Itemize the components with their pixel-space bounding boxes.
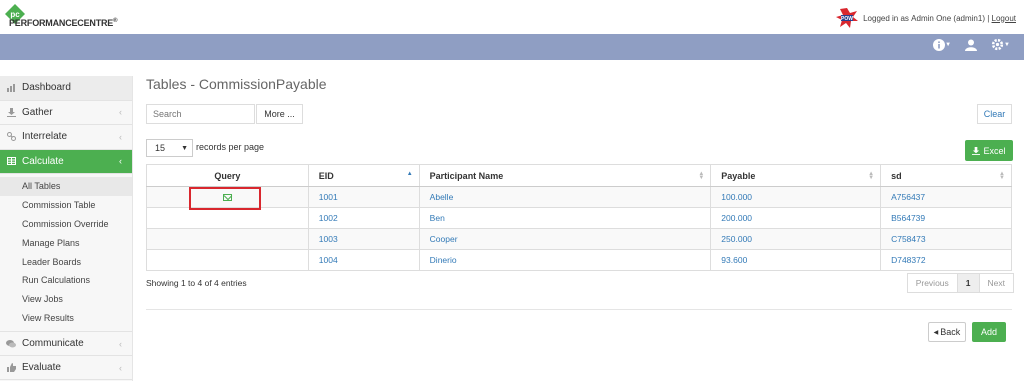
sidebar-item-calculate[interactable]: Calculate ‹ [0, 149, 132, 174]
sidebar-item-evaluate[interactable]: Evaluate ‹ [0, 356, 132, 381]
page-title: Tables - CommissionPayable [146, 76, 327, 92]
table-info: Showing 1 to 4 of 4 entries [146, 278, 247, 288]
sidebar-subitem-commission-override[interactable]: Commission Override [0, 215, 132, 234]
table-icon [6, 157, 16, 166]
query-cell[interactable] [146, 186, 309, 208]
column-header-payable[interactable]: Payable ▲ ▼ [710, 164, 882, 187]
gear-icon [991, 38, 1004, 51]
sidebar-subitem-leader-boards[interactable]: Leader Boards [0, 252, 132, 271]
chevron-down-icon: ▼ [1004, 41, 1010, 48]
column-header-sd[interactable]: sd ▲ ▼ [880, 164, 1012, 187]
sort-icon: ▲ ▼ [698, 171, 705, 181]
query-cell[interactable] [146, 207, 309, 229]
table-row: 1002 Ben 200.000 B564739 [146, 207, 1012, 229]
divider [146, 309, 1012, 310]
brand-logo[interactable]: pc PERFORMANCECENTRE® [3, 4, 143, 30]
chevron-down-icon: ▼ [945, 41, 952, 48]
navbar: ▼ ▼ [0, 34, 1024, 60]
sidebar-item-gather[interactable]: Gather ‹ [0, 101, 132, 125]
page-1-button[interactable]: 1 [956, 273, 980, 293]
column-header-eid[interactable]: EID ▲ [307, 164, 420, 187]
top-bar: pc PERFORMANCECENTRE® POW Logged in as A… [0, 0, 1024, 34]
logout-link[interactable]: Logout [992, 14, 1016, 23]
add-button[interactable]: Add [972, 322, 1006, 342]
cell-payable[interactable]: 100.000 [710, 186, 882, 208]
query-cell[interactable] [146, 249, 309, 271]
info-menu[interactable]: ▼ [933, 38, 952, 51]
previous-page-button[interactable]: Previous [906, 273, 958, 293]
user-icon [965, 39, 978, 51]
sidebar-item-interrelate[interactable]: Interrelate ‹ [0, 125, 132, 150]
sort-asc-icon: ▲ [406, 171, 413, 177]
excel-export-button[interactable]: Excel [965, 140, 1013, 161]
chevron-left-icon: ‹ [119, 362, 122, 373]
cell-sd[interactable]: A756437 [880, 186, 1012, 208]
table-row: 1003 Cooper 250.000 C758473 [146, 228, 1012, 250]
sidebar-subitem-view-results[interactable]: View Results [0, 309, 132, 328]
clear-button[interactable]: Clear [977, 104, 1012, 124]
envelope-icon[interactable] [222, 194, 232, 202]
svg-text:POW: POW [841, 16, 853, 22]
sort-icon: ▲ ▼ [868, 171, 875, 181]
more-button[interactable]: More ... [256, 104, 303, 124]
cell-participant-name[interactable]: Dinerio [418, 249, 712, 271]
column-header-query: Query [146, 164, 309, 187]
cell-sd[interactable]: D748372 [880, 249, 1012, 271]
sidebar-item-communicate[interactable]: Communicate ‹ [0, 331, 132, 356]
sidebar-item-dashboard[interactable]: Dashboard [0, 76, 132, 101]
chevron-left-icon: ‹ [119, 107, 122, 118]
table-row: 1001 Abelle 100.000 A756437 [146, 186, 1012, 208]
cell-eid[interactable]: 1001 [307, 186, 420, 208]
cell-participant-name[interactable]: Abelle [418, 186, 712, 208]
cell-eid[interactable]: 1002 [307, 207, 420, 229]
sidebar-subitem-all-tables[interactable]: All Tables [0, 177, 132, 196]
thumbs-up-icon [6, 363, 16, 373]
table-row: 1004 Dinerio 93.600 D748372 [146, 249, 1012, 271]
comments-icon [6, 339, 16, 348]
query-cell[interactable] [146, 228, 309, 250]
chevron-left-icon: ‹ [119, 156, 122, 167]
user-menu[interactable] [965, 39, 978, 51]
sidebar-subitem-manage-plans[interactable]: Manage Plans [0, 233, 132, 252]
cell-sd[interactable]: C758473 [880, 228, 1012, 250]
table-header-row: Query EID ▲ Participant Name ▲ ▼ Payable ▲ ▼ … [146, 164, 1012, 187]
brand-name: PERFORMANCECENTRE® [9, 18, 118, 28]
user-name: Admin One (admin1) [911, 13, 985, 23]
download-icon [6, 107, 16, 117]
sort-icon: ▲ ▼ [999, 171, 1005, 181]
data-table: Query EID ▲ Participant Name ▲ ▼ Payable ▲ ▼ … [146, 164, 1012, 271]
sidebar-subitem-view-jobs[interactable]: View Jobs [0, 290, 132, 309]
back-button[interactable]: ◀ Back [928, 322, 966, 342]
next-page-button[interactable]: Next [978, 273, 1014, 293]
chart-icon [6, 83, 16, 92]
pagination: Previous 1 Next [906, 273, 1014, 293]
column-header-participant-name[interactable]: Participant Name ▲ ▼ [418, 164, 712, 187]
records-per-page-select[interactable]: 15 ▼ [146, 139, 193, 157]
sidebar: Dashboard Gather ‹ Interrelate ‹ Calcula… [0, 76, 133, 381]
cell-payable[interactable]: 250.000 [710, 228, 882, 250]
link-icon [6, 132, 16, 142]
settings-menu[interactable]: ▼ [991, 38, 1010, 51]
cell-payable[interactable]: 200.000 [710, 207, 882, 229]
search-input[interactable] [146, 104, 255, 124]
cell-eid[interactable]: 1004 [307, 249, 420, 271]
caret-down-icon: ▼ [181, 144, 188, 152]
calculate-submenu: All Tables Commission Table Commission O… [0, 174, 132, 331]
avatar[interactable]: POW [836, 8, 859, 28]
chevron-left-icon: ‹ [119, 131, 122, 142]
records-per-page-label: records per page [196, 142, 265, 152]
login-prefix: Logged in as [863, 13, 909, 23]
cell-participant-name[interactable]: Ben [418, 207, 712, 229]
cell-sd[interactable]: B564739 [880, 207, 1012, 229]
chevron-left-icon: ‹ [119, 338, 122, 349]
sidebar-subitem-run-calculations[interactable]: Run Calculations [0, 271, 132, 290]
download-icon [972, 146, 981, 155]
sidebar-subitem-commission-table[interactable]: Commission Table [0, 196, 132, 215]
info-icon [933, 38, 946, 51]
cell-payable[interactable]: 93.600 [710, 249, 882, 271]
login-area: POW Logged in as Admin One (admin1) | Lo… [836, 8, 1016, 28]
cell-participant-name[interactable]: Cooper [418, 228, 712, 250]
caret-left-icon: ◀ [933, 329, 939, 336]
cell-eid[interactable]: 1003 [307, 228, 420, 250]
